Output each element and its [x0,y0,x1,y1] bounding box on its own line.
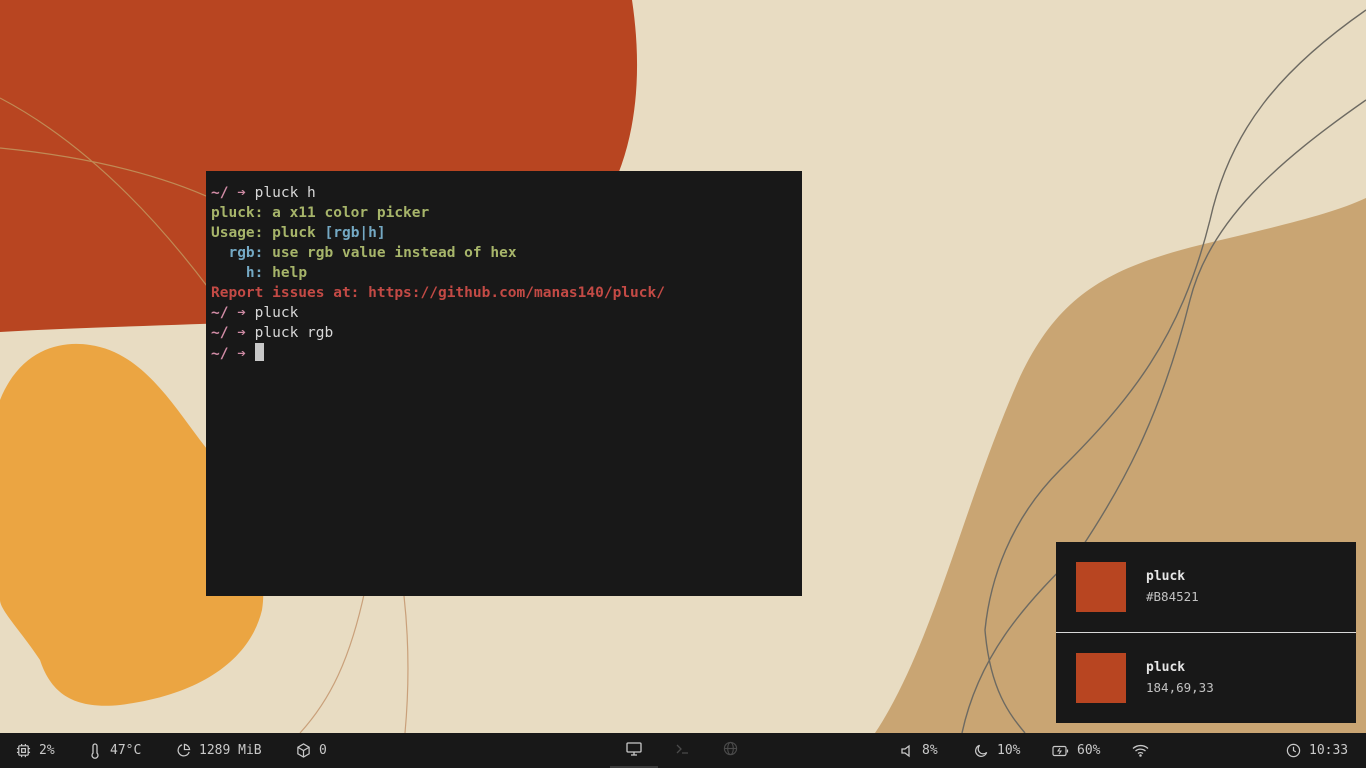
brightness-value: 10% [997,743,1021,758]
updates-value: 0 [319,743,327,758]
memory-value: 1289 MiB [199,743,262,758]
color-swatch [1076,562,1126,612]
option-key: h: [245,265,264,281]
clock-module[interactable]: 10:33 [1286,733,1348,768]
workspace-1[interactable] [610,733,658,768]
package-icon [296,743,311,758]
shell-prompt: ~/ ➔ [211,346,246,362]
notification-body: 184,69,33 [1146,680,1214,695]
command-text: pluck [254,305,299,321]
terminal-line: Usage: pluck [rgb|h] [211,223,797,243]
usage-label: Usage: [211,225,264,241]
temperature-module[interactable]: 47°C [88,733,141,768]
terminal-line[interactable]: ~/ ➔ [211,343,797,363]
volume-module[interactable]: 8% [900,733,938,768]
option-key: rgb: [228,245,264,261]
terminal-line: ~/ ➔ pluck [211,303,797,323]
cpu-icon [16,743,31,758]
notification-card[interactable]: pluck 184,69,33 [1056,633,1356,723]
shell-prompt: ~/ ➔ [211,185,246,201]
terminal-line: rgb: use rgb value instead of hex [211,243,797,263]
thermometer-icon [88,742,102,759]
terminal-icon [675,743,689,759]
notification-stack: pluck #B84521 pluck 184,69,33 [1056,542,1356,723]
usage-command: pluck [272,225,316,241]
brightness-module[interactable]: 10% [974,733,1020,768]
notification-title: pluck [1146,660,1186,675]
wifi-module[interactable] [1132,733,1149,768]
text-cursor [254,343,264,361]
terminal-line: Report issues at: https://github.com/man… [211,285,665,301]
command-text: pluck rgb [254,325,334,341]
cpu-module[interactable]: 2% [16,733,55,768]
memory-module[interactable]: 1289 MiB [176,733,262,768]
pie-chart-icon [176,743,191,758]
terminal-line: ~/ ➔ pluck rgb [211,323,797,343]
shell-prompt: ~/ ➔ [211,305,246,321]
clock-value: 10:33 [1309,743,1349,758]
usage-args: [rgb|h] [324,225,386,241]
updates-module[interactable]: 0 [296,733,327,768]
monitor-icon [626,741,642,760]
shell-prompt: ~/ ➔ [211,325,246,341]
cpu-value: 2% [39,743,55,758]
workspace-3[interactable] [706,733,754,768]
option-desc: use rgb value instead of hex [272,245,517,261]
speaker-icon [900,744,914,758]
notification-body: #B84521 [1146,589,1199,604]
color-swatch [1076,653,1126,703]
battery-value: 60% [1077,743,1101,758]
wifi-icon [1132,744,1149,757]
temperature-value: 47°C [110,743,142,758]
workspace-2[interactable] [658,733,706,768]
terminal-line: pluck: a x11 color picker [211,205,430,221]
terminal-line: ~/ ➔ pluck h [211,183,797,203]
terminal-line: h: help [211,263,797,283]
notification-card[interactable]: pluck #B84521 [1056,542,1356,632]
notification-title: pluck [1146,569,1186,584]
status-bar: 2% 47°C 1289 MiB 0 8% 10% 60% 10:33 [0,733,1366,768]
command-text: pluck h [254,185,316,201]
terminal-window[interactable]: ~/ ➔ pluck h pluck: a x11 color picker U… [206,171,802,596]
clock-icon [1286,743,1301,758]
moon-icon [974,743,989,758]
battery-charging-icon [1052,745,1069,757]
volume-value: 8% [922,743,938,758]
option-desc: help [272,265,308,281]
battery-module[interactable]: 60% [1052,733,1100,768]
globe-icon [723,741,738,760]
